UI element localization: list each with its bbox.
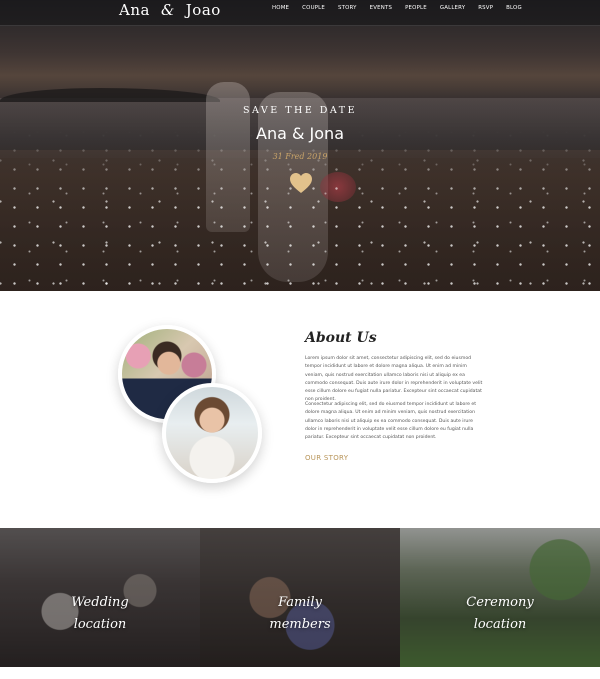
nav-link-rsvp[interactable]: RSVP [478,5,493,11]
wedding-location-tile[interactable]: Wedding location [0,528,200,667]
family-members-tile[interactable]: Family members [200,528,400,667]
about-title: About Us [305,330,377,346]
about-photos [118,325,268,490]
our-story-link[interactable]: OUR STORY [305,454,348,462]
tile-label-line2: location [73,617,127,632]
nav-link-people[interactable]: PEOPLE [405,5,427,11]
nav-link-blog[interactable]: BLOG [506,5,522,11]
logo-second-name: Joao [185,1,221,19]
nav-link-couple[interactable]: COUPLE [302,5,325,11]
site-logo[interactable]: Ana & Joao [119,0,221,20]
save-the-date-heading: SAVE THE DATE [242,105,357,116]
about-paragraph-2: Consectetur adipiscing elit, sed do eius… [305,402,477,441]
heart-icon [290,173,312,193]
event-tiles: Wedding location Family members Ceremony… [0,528,600,667]
nav-link-gallery[interactable]: GALLERY [440,5,465,11]
tile-label-line1: Ceremony [466,595,534,610]
tile-label: Family members [200,592,400,636]
tile-label-line1: Family [278,595,322,610]
hero-sparkles [0,0,600,291]
logo-ampersand: & [160,1,175,19]
top-navbar: Ana & Joao HOME COUPLE STORY EVENTS PEOPLE… [0,0,600,26]
about-paragraph-1: Lorem ipsum dolor sit amet, consectetur … [305,356,483,403]
wedding-date: 31 Fred 2019 [272,152,328,161]
nav-link-home[interactable]: HOME [272,5,289,11]
ceremony-location-tile[interactable]: Ceremony location [400,528,600,667]
bride-photo [162,383,262,483]
nav-link-story[interactable]: STORY [338,5,357,11]
tile-label-line2: location [473,617,527,632]
nav-links: HOME COUPLE STORY EVENTS PEOPLE GALLERY … [272,5,535,11]
logo-first-name: Ana [119,1,150,19]
nav-link-events[interactable]: EVENTS [370,5,392,11]
footer-strip [0,667,600,679]
tile-label: Ceremony location [400,592,600,636]
tile-label-line2: members [269,617,331,632]
tile-label: Wedding location [0,592,200,636]
hero-banner: SAVE THE DATE Ana & Jona 31 Fred 2019 [0,0,600,291]
tile-label-line1: Wedding [71,595,129,610]
couple-names: Ana & Jona [256,124,344,143]
